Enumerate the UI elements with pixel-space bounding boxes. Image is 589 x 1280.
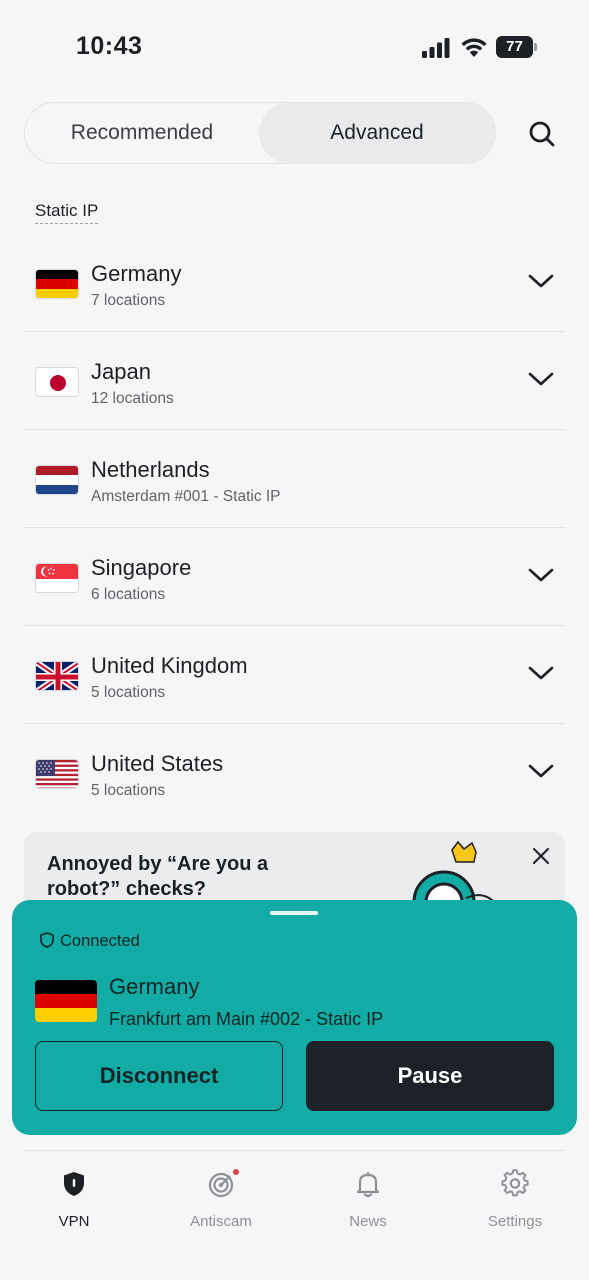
germany-flag-icon bbox=[35, 269, 79, 299]
tab-label: Settings bbox=[487, 1213, 543, 1230]
shield-icon bbox=[40, 932, 54, 948]
tab-label: VPN bbox=[58, 1213, 90, 1230]
uk-flag-icon bbox=[35, 661, 79, 691]
close-icon[interactable] bbox=[531, 846, 551, 866]
chevron-down-icon[interactable] bbox=[527, 370, 555, 388]
target-icon bbox=[208, 1172, 234, 1198]
location-name: Singapore bbox=[91, 555, 192, 580]
wifi-icon bbox=[461, 38, 487, 57]
tab-recommended[interactable]: Recommended bbox=[25, 103, 259, 163]
location-count: 7 locations bbox=[91, 292, 166, 309]
tab-settings[interactable]: Settings bbox=[455, 1169, 575, 1230]
tab-news[interactable]: News bbox=[308, 1169, 428, 1230]
location-row-japan[interactable]: Japan 12 locations bbox=[24, 332, 565, 430]
bottom-tab-bar: VPN Antiscam News Settings bbox=[24, 1150, 565, 1280]
connection-card: Connected Germany Frankfurt am Main #002… bbox=[12, 900, 577, 1135]
section-label-static-ip: Static IP bbox=[35, 201, 99, 224]
shield-icon bbox=[64, 1172, 84, 1196]
location-row-netherlands[interactable]: Netherlands Amsterdam #001 - Static IP bbox=[24, 430, 565, 528]
location-row-germany[interactable]: Germany 7 locations bbox=[24, 234, 565, 332]
chevron-down-icon[interactable] bbox=[527, 762, 555, 780]
battery-indicator: 77 bbox=[496, 36, 538, 58]
connection-status-label: Connected bbox=[60, 932, 140, 950]
location-server: Amsterdam #001 - Static IP bbox=[91, 488, 281, 505]
promo-text: Annoyed by “Are you a robot?” checks? bbox=[47, 853, 269, 900]
tab-advanced[interactable]: Advanced bbox=[259, 103, 495, 163]
netherlands-flag-icon bbox=[35, 465, 79, 495]
location-name: Netherlands bbox=[91, 457, 210, 482]
japan-flag-icon bbox=[35, 367, 79, 397]
status-bar: 10:43 77 bbox=[0, 0, 589, 90]
clock: 10:43 bbox=[76, 32, 143, 60]
singapore-flag-icon bbox=[35, 563, 79, 593]
connected-server: Frankfurt am Main #002 - Static IP bbox=[109, 1009, 384, 1029]
tab-antiscam[interactable]: Antiscam bbox=[161, 1169, 281, 1230]
disconnect-button[interactable]: Disconnect bbox=[35, 1041, 283, 1111]
tab-label: Antiscam bbox=[190, 1213, 252, 1230]
tab-vpn[interactable]: VPN bbox=[14, 1169, 134, 1230]
tab-label: News bbox=[349, 1213, 387, 1230]
location-mode-toggle: Recommended Advanced bbox=[24, 102, 496, 164]
cellular-signal-icon bbox=[422, 38, 450, 58]
location-name: Germany bbox=[91, 261, 182, 286]
location-row-united-states[interactable]: United States 5 locations bbox=[24, 724, 565, 822]
search-icon[interactable] bbox=[522, 114, 562, 154]
notification-badge bbox=[233, 1169, 239, 1175]
connected-country: Germany bbox=[109, 974, 200, 999]
location-count: 5 locations bbox=[91, 684, 166, 701]
location-row-united-kingdom[interactable]: United Kingdom 5 locations bbox=[24, 626, 565, 724]
location-count: 12 locations bbox=[91, 390, 174, 407]
chevron-down-icon[interactable] bbox=[527, 566, 555, 584]
drag-handle[interactable] bbox=[270, 911, 318, 915]
location-name: Japan bbox=[91, 359, 151, 384]
gear-icon bbox=[501, 1169, 529, 1197]
bell-icon bbox=[356, 1172, 380, 1198]
germany-flag-icon bbox=[35, 980, 97, 1022]
us-flag-icon bbox=[35, 759, 79, 789]
location-row-singapore[interactable]: Singapore 6 locations bbox=[24, 528, 565, 626]
connection-status: Connected bbox=[40, 932, 140, 951]
location-count: 6 locations bbox=[91, 586, 166, 603]
location-count: 5 locations bbox=[91, 782, 166, 799]
location-name: United States bbox=[91, 751, 224, 776]
pause-button[interactable]: Pause bbox=[306, 1041, 554, 1111]
location-name: United Kingdom bbox=[91, 653, 248, 678]
chevron-down-icon[interactable] bbox=[527, 272, 555, 290]
chevron-down-icon[interactable] bbox=[527, 664, 555, 682]
